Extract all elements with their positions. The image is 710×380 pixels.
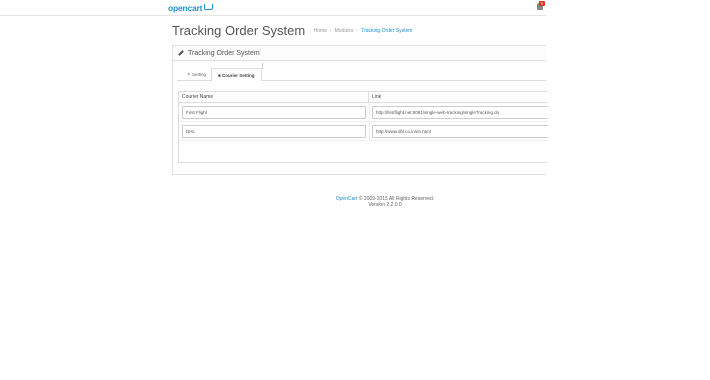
top-header: opencart 6	[0, 0, 546, 16]
truck-icon: ■	[218, 73, 221, 78]
tab-setting[interactable]: ✎ Setting	[181, 68, 212, 81]
breadcrumb-home[interactable]: Home	[314, 28, 327, 34]
courier-table: Courier Name Link First Flight http://fi…	[178, 91, 548, 163]
pencil-icon	[178, 50, 184, 56]
panel-title: Tracking Order System	[188, 50, 260, 57]
version-text: Version 2.2.0.0	[368, 202, 402, 208]
breadcrumb-separator: ›	[329, 27, 332, 34]
opencart-logo[interactable]: opencart	[168, 3, 214, 13]
tab-courier-setting-label: Courier Setting	[221, 73, 255, 78]
opencart-link[interactable]: OpenCart	[336, 196, 358, 202]
notification-badge: 6	[539, 1, 545, 6]
notification-bell[interactable]: 6	[537, 1, 545, 11]
column-header-courier-name: Courier Name	[179, 92, 369, 103]
tab-setting-label: Setting	[192, 72, 207, 77]
courier-link-input[interactable]: http://www.dhl.co.in/en.html	[372, 125, 548, 138]
courier-name-input[interactable]: First Flight	[182, 106, 366, 119]
panel-heading: Tracking Order System	[173, 46, 546, 61]
breadcrumb-current[interactable]: Tracking Order System	[361, 28, 412, 34]
courier-name-input[interactable]: DHL	[182, 125, 366, 138]
footer: OpenCart © 2009-2015 All Rights Reserved…	[200, 196, 570, 208]
module-panel: Tracking Order System ✎ Setting ■ Courie…	[172, 45, 548, 175]
page: opencart 6 Tracking Order System Home › Mo…	[0, 0, 710, 380]
page-heading: Tracking Order System Home › Modules › Track…	[172, 22, 412, 38]
wrench-icon: ✎	[187, 72, 191, 77]
table-row: First Flight http://firstflight.net:8081…	[179, 103, 548, 122]
cart-icon	[204, 4, 214, 10]
tab-bar: ✎ Setting ■ Courier Setting	[177, 68, 546, 82]
table-row: DHL http://www.dhl.co.in/en.html	[179, 122, 548, 141]
courier-link-input[interactable]: http://firstflight.net:8081/single-web-t…	[372, 106, 548, 119]
column-header-link: Link	[372, 94, 382, 100]
logo-text: opencart	[168, 3, 203, 13]
breadcrumb-modules[interactable]: Modules	[335, 28, 354, 34]
breadcrumb-separator: ›	[356, 27, 359, 34]
breadcrumb: Home › Modules › Tracking Order System	[314, 28, 413, 34]
table-header: Courier Name Link	[179, 92, 548, 103]
page-title: Tracking Order System	[172, 23, 306, 39]
tab-courier-setting[interactable]: ■ Courier Setting	[211, 68, 262, 82]
